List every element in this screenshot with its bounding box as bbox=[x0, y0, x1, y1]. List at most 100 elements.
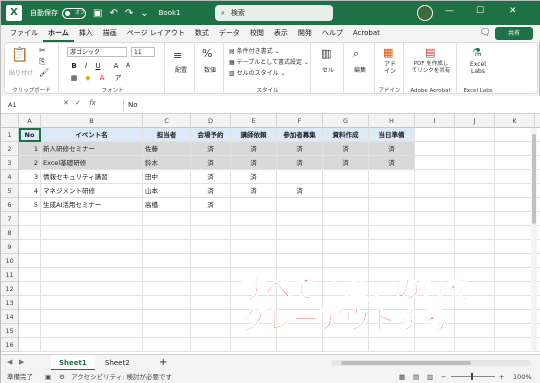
zoom-slider-thumb[interactable] bbox=[471, 373, 473, 380]
align-icon[interactable]: ≡ bbox=[173, 49, 182, 62]
minimize-icon[interactable]: — bbox=[445, 6, 454, 16]
tab-review[interactable]: 校閲 bbox=[245, 25, 269, 42]
tab-home[interactable]: ホーム bbox=[43, 25, 74, 42]
table-cell[interactable]: 3 bbox=[19, 170, 41, 184]
select-all-corner[interactable] bbox=[1, 114, 19, 128]
fill-color-icon[interactable]: ◆ bbox=[83, 73, 93, 83]
tab-file[interactable]: ファイル bbox=[5, 25, 43, 42]
cell[interactable] bbox=[143, 282, 191, 296]
sheet-tab-2[interactable]: Sheet2 bbox=[97, 355, 138, 371]
row-header-13[interactable]: 13 bbox=[1, 296, 19, 310]
cell[interactable] bbox=[231, 254, 277, 268]
table-cell[interactable]: 済 bbox=[277, 156, 323, 170]
accessibility-status[interactable]: アクセシビリティ: 検討が必要です bbox=[71, 370, 172, 383]
underline-icon[interactable]: U bbox=[93, 61, 103, 71]
cell[interactable] bbox=[415, 184, 455, 198]
save-icon[interactable]: ▣ bbox=[93, 8, 102, 19]
search-box[interactable]: ⌕ 検索 bbox=[215, 5, 333, 21]
pdf-icon[interactable]: ▤ bbox=[425, 46, 435, 59]
cell[interactable] bbox=[41, 254, 143, 268]
tab-formulas[interactable]: 数式 bbox=[190, 25, 214, 42]
align-label[interactable]: 配置 bbox=[169, 65, 193, 74]
cell[interactable] bbox=[495, 128, 535, 142]
table-cell[interactable]: 済 bbox=[191, 142, 231, 156]
number-label[interactable]: 数値 bbox=[198, 65, 222, 74]
cell[interactable] bbox=[191, 282, 231, 296]
table-cell[interactable]: 済 bbox=[369, 156, 415, 170]
cell[interactable] bbox=[455, 156, 495, 170]
cell[interactable] bbox=[369, 212, 415, 226]
cell[interactable] bbox=[19, 226, 41, 240]
cell[interactable] bbox=[143, 226, 191, 240]
cell[interactable] bbox=[19, 310, 41, 324]
table-cell[interactable]: 済 bbox=[277, 184, 323, 198]
cell[interactable] bbox=[143, 310, 191, 324]
table-cell[interactable]: 1 bbox=[19, 142, 41, 156]
cell[interactable] bbox=[191, 226, 231, 240]
table-cell[interactable] bbox=[277, 198, 323, 212]
table-cell[interactable] bbox=[231, 198, 277, 212]
cell[interactable] bbox=[41, 226, 143, 240]
cell[interactable] bbox=[191, 268, 231, 282]
table-cell[interactable]: 生成AI活用セミナー bbox=[41, 198, 143, 212]
cell[interactable] bbox=[191, 254, 231, 268]
column-header-g[interactable]: G bbox=[323, 114, 369, 128]
zoom-level[interactable]: 100% bbox=[513, 370, 532, 383]
table-cell[interactable]: 済 bbox=[277, 142, 323, 156]
cell[interactable] bbox=[41, 296, 143, 310]
cell[interactable] bbox=[143, 296, 191, 310]
enter-icon[interactable]: ✓ bbox=[75, 99, 81, 107]
cell[interactable] bbox=[231, 226, 277, 240]
fx-icon[interactable]: fx bbox=[89, 99, 96, 107]
cell[interactable] bbox=[191, 338, 231, 352]
cell[interactable] bbox=[495, 254, 535, 268]
table-cell[interactable] bbox=[369, 170, 415, 184]
tab-acrobat[interactable]: Acrobat bbox=[348, 25, 385, 42]
cell[interactable] bbox=[19, 282, 41, 296]
column-header-d[interactable]: D bbox=[191, 114, 231, 128]
cell[interactable] bbox=[495, 184, 535, 198]
horizontal-scrollbar[interactable] bbox=[331, 360, 531, 366]
cell[interactable] bbox=[41, 324, 143, 338]
tab-help[interactable]: ヘルプ bbox=[317, 25, 348, 42]
table-cell[interactable]: 済 bbox=[231, 142, 277, 156]
table-cell[interactable]: 済 bbox=[231, 170, 277, 184]
font-shrink-icon[interactable]: A bbox=[123, 61, 133, 71]
table-header-cell[interactable]: 資料作成 bbox=[323, 128, 369, 142]
cell[interactable] bbox=[455, 226, 495, 240]
cell[interactable] bbox=[191, 296, 231, 310]
customize-qat-icon[interactable]: ⌄ bbox=[140, 8, 148, 19]
row-header-4[interactable]: 4 bbox=[1, 170, 19, 184]
cell-style-button[interactable]: ▧ セルのスタイル ⌄ bbox=[229, 68, 286, 77]
cell[interactable] bbox=[143, 268, 191, 282]
editing-icon[interactable]: ⌕ bbox=[353, 47, 359, 61]
table-cell[interactable]: 済 bbox=[191, 198, 231, 212]
cell[interactable] bbox=[455, 142, 495, 156]
cell[interactable] bbox=[369, 226, 415, 240]
cell[interactable] bbox=[277, 226, 323, 240]
cell[interactable] bbox=[19, 240, 41, 254]
cell[interactable] bbox=[495, 156, 535, 170]
row-header-2[interactable]: 2 bbox=[1, 142, 19, 156]
cell[interactable] bbox=[41, 240, 143, 254]
cell[interactable] bbox=[277, 254, 323, 268]
table-cell[interactable]: 5 bbox=[19, 198, 41, 212]
tab-data[interactable]: データ bbox=[214, 25, 245, 42]
undo-icon[interactable]: ↶ bbox=[109, 8, 117, 19]
row-header-7[interactable]: 7 bbox=[1, 212, 19, 226]
cell[interactable] bbox=[277, 240, 323, 254]
redo-icon[interactable]: ↷ bbox=[125, 8, 133, 19]
table-header-cell[interactable]: 会場予約 bbox=[191, 128, 231, 142]
table-cell[interactable] bbox=[323, 184, 369, 198]
cell[interactable] bbox=[455, 240, 495, 254]
cell[interactable] bbox=[323, 338, 369, 352]
table-cell[interactable]: 山本 bbox=[143, 184, 191, 198]
cancel-icon[interactable]: ✕ bbox=[63, 99, 69, 107]
font-size-select[interactable]: 11 bbox=[131, 47, 155, 57]
cell[interactable] bbox=[191, 310, 231, 324]
cell[interactable] bbox=[369, 338, 415, 352]
cell[interactable] bbox=[369, 240, 415, 254]
table-cell[interactable]: マネジメント研修 bbox=[41, 184, 143, 198]
cell[interactable] bbox=[19, 268, 41, 282]
user-avatar[interactable] bbox=[417, 5, 433, 21]
